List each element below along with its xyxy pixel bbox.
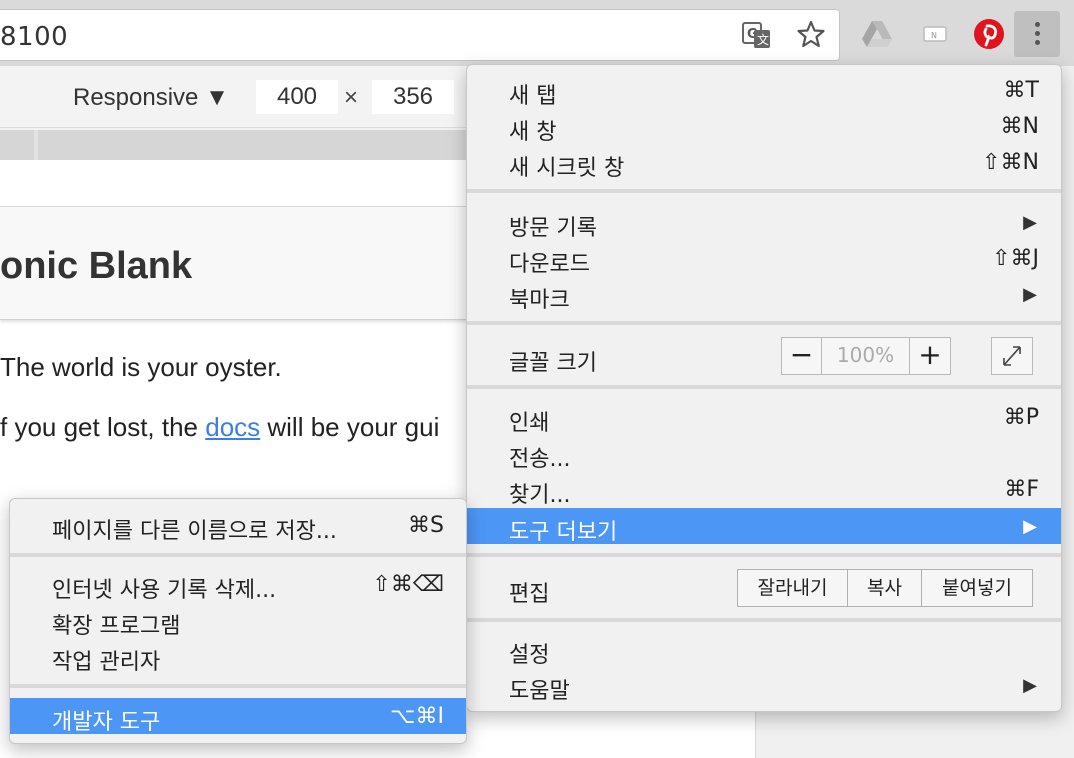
page-text-line: The world is your oyster. <box>0 352 282 382</box>
viewport-height-input[interactable]: 356 <box>372 80 454 114</box>
menu-item-shortcut: ⌘F <box>1004 477 1039 502</box>
cut-button[interactable]: 잘라내기 <box>738 570 848 606</box>
menu-item-label: 설정 <box>509 643 550 668</box>
menu-item-label: 인터넷 사용 기록 삭제... <box>52 578 277 603</box>
device-mode-select[interactable]: Responsive ▼ <box>73 84 229 112</box>
menu-item-print[interactable]: 인쇄 ⌘P <box>467 399 1061 436</box>
menu-separator <box>467 385 1061 389</box>
paste-button[interactable]: 붙여넣기 <box>922 570 1032 606</box>
menu-item-cast[interactable]: 전송... <box>467 435 1061 472</box>
text-prefix: f you get lost, the <box>0 412 206 442</box>
page-title: onic Blank <box>0 245 193 287</box>
menu-item-more-tools[interactable]: 도구 더보기 ▶ <box>467 508 1061 545</box>
fullscreen-icon <box>1003 346 1021 366</box>
menu-item-help[interactable]: 도움말 ▶ <box>467 667 1061 704</box>
menu-item-zoom: 글꼴 크기 <box>467 339 1061 376</box>
menu-item-label: 작업 관리자 <box>52 650 161 675</box>
drive-extension-icon[interactable] <box>860 17 894 51</box>
menu-item-new-incognito[interactable]: 새 시크릿 창 ⇧⌘N <box>467 144 1061 181</box>
menu-separator <box>467 553 1061 557</box>
menu-item-shortcut: ⇧⌘⌫ <box>372 572 444 597</box>
copy-button[interactable]: 복사 <box>848 570 922 606</box>
menu-item-label: 방문 기록 <box>509 216 597 241</box>
dimension-separator: × <box>344 84 359 111</box>
menu-item-new-tab[interactable]: 새 탭 ⌘T <box>467 72 1061 109</box>
zoom-in-button[interactable]: + <box>910 338 950 374</box>
svg-text:文: 文 <box>757 32 769 47</box>
menu-item-new-window[interactable]: 새 창 ⌘N <box>467 108 1061 145</box>
menu-item-shortcut: ⌘S <box>408 513 444 538</box>
browser-toolbar: 8100 G 文 N <box>0 0 1074 66</box>
text-suffix: will be your gui <box>260 412 440 442</box>
menu-item-label: 개발자 도구 <box>52 710 161 735</box>
docs-link[interactable]: docs <box>205 412 260 442</box>
menu-item-label: 페이지를 다른 이름으로 저장... <box>52 519 337 544</box>
menu-item-shortcut: ⌘T <box>1003 78 1039 103</box>
menu-item-label: 글꼴 크기 <box>509 351 597 376</box>
submenu-arrow-icon: ▶ <box>1023 284 1037 305</box>
page-text-line: f you get lost, the docs will be your gu… <box>0 412 439 443</box>
menu-item-shortcut: ⇧⌘N <box>982 150 1039 175</box>
menu-dot-icon <box>1035 40 1040 45</box>
menu-item-label: 새 탭 <box>509 84 557 109</box>
menu-separator <box>467 321 1061 325</box>
menu-item-history[interactable]: 방문 기록 ▶ <box>467 204 1061 241</box>
menu-item-task-manager[interactable]: 작업 관리자 <box>10 638 466 675</box>
chrome-main-menu: 새 탭 ⌘T 새 창 ⌘N 새 시크릿 창 ⇧⌘N 방문 기록 ▶ 다운로드 ⇧… <box>466 64 1062 712</box>
menu-item-shortcut: ⌘N <box>1000 114 1039 139</box>
menu-separator <box>10 553 466 557</box>
address-text[interactable]: 8100 <box>0 22 68 52</box>
menu-item-shortcut: ⌥⌘I <box>390 704 444 729</box>
menu-item-label: 북마크 <box>509 288 570 313</box>
chrome-menu-button[interactable] <box>1014 11 1060 57</box>
menu-item-downloads[interactable]: 다운로드 ⇧⌘J <box>467 240 1061 277</box>
menu-item-label: 도구 더보기 <box>509 520 618 545</box>
more-tools-submenu: 페이지를 다른 이름으로 저장... ⌘S 인터넷 사용 기록 삭제... ⇧⌘… <box>9 498 467 744</box>
viewport-width-input[interactable]: 400 <box>256 80 338 114</box>
menu-separator <box>467 618 1061 622</box>
menu-item-developer-tools[interactable]: 개발자 도구 ⌥⌘I <box>10 698 466 735</box>
menu-item-extensions[interactable]: 확장 프로그램 <box>10 602 466 639</box>
menu-item-label: 새 시크릿 창 <box>509 156 625 181</box>
menu-item-label: 도움말 <box>509 679 570 704</box>
ruler-segment[interactable] <box>0 130 34 160</box>
fullscreen-button[interactable] <box>991 337 1033 375</box>
menu-dot-icon <box>1035 22 1040 27</box>
menu-separator <box>10 684 466 688</box>
menu-item-bookmarks[interactable]: 북마크 ▶ <box>467 276 1061 313</box>
submenu-arrow-icon: ▶ <box>1023 675 1037 696</box>
menu-separator <box>467 189 1061 193</box>
submenu-arrow-icon: ▶ <box>1023 516 1037 537</box>
zoom-control: − 100% + <box>781 337 951 375</box>
menu-item-label: 다운로드 <box>509 252 590 277</box>
menu-item-shortcut: ⇧⌘J <box>992 246 1039 271</box>
menu-dot-icon <box>1035 31 1040 36</box>
menu-item-find[interactable]: 찾기... ⌘F <box>467 471 1061 508</box>
menu-item-save-page[interactable]: 페이지를 다른 이름으로 저장... ⌘S <box>10 507 466 544</box>
menu-item-label: 인쇄 <box>509 411 550 436</box>
zoom-out-button[interactable]: − <box>782 338 822 374</box>
address-bar[interactable]: 8100 G 文 <box>0 9 840 61</box>
zoom-level: 100% <box>822 338 910 374</box>
submenu-arrow-icon: ▶ <box>1023 212 1037 233</box>
bookmark-star-icon[interactable] <box>796 20 826 48</box>
reader-extension-icon[interactable]: N <box>918 17 952 51</box>
menu-item-shortcut: ⌘P <box>1003 405 1039 430</box>
menu-item-label: 확장 프로그램 <box>52 614 181 639</box>
edit-buttons: 잘라내기 복사 붙여넣기 <box>737 569 1033 607</box>
menu-item-label: 편집 <box>509 582 550 607</box>
menu-item-label: 전송... <box>509 447 571 472</box>
menu-item-label: 찾기... <box>509 483 571 508</box>
menu-item-settings[interactable]: 설정 <box>467 631 1061 668</box>
menu-item-label: 새 창 <box>509 120 557 145</box>
svg-text:N: N <box>931 31 937 40</box>
pinterest-extension-icon[interactable] <box>972 17 1006 51</box>
translate-icon[interactable]: G 文 <box>742 22 772 50</box>
menu-item-clear-history[interactable]: 인터넷 사용 기록 삭제... ⇧⌘⌫ <box>10 566 466 603</box>
